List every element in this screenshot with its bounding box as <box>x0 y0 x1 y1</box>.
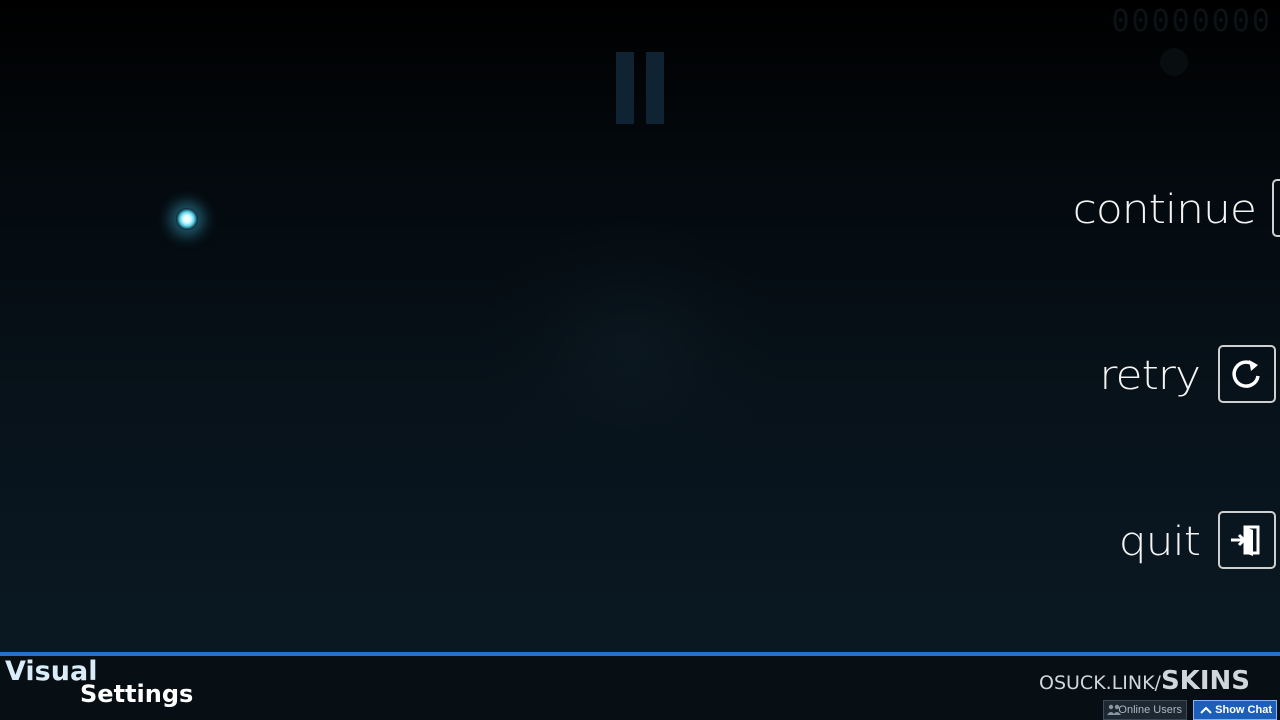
continue-button[interactable]: continue <box>940 176 1280 244</box>
quit-label: quit <box>1118 518 1201 565</box>
cursor <box>176 208 198 230</box>
play-icon <box>1272 179 1280 237</box>
visual-settings-line2[interactable]: Settings <box>80 680 193 708</box>
show-chat-button[interactable]: Show Chat <box>1193 700 1277 720</box>
background-ring <box>480 215 780 485</box>
retry-button[interactable]: retry <box>980 342 1280 410</box>
watermark-prefix: OSUCK.LINK/ <box>1039 672 1161 694</box>
continue-label: continue <box>1072 186 1257 233</box>
retry-label: retry <box>1099 352 1201 399</box>
online-users-button[interactable]: Online Users <box>1103 700 1187 720</box>
online-users-label: Online Users <box>1118 704 1182 716</box>
score-display: 00000000 <box>1111 4 1272 39</box>
users-icon <box>1107 704 1121 715</box>
pause-icon <box>616 52 666 124</box>
exit-door-icon <box>1218 511 1276 569</box>
watermark-suffix: SKINS <box>1160 666 1250 696</box>
retry-icon <box>1218 345 1276 403</box>
progress-pie-icon <box>1160 48 1188 76</box>
quit-button[interactable]: quit <box>980 508 1280 576</box>
hud-top-right: 00000000 <box>1100 4 1280 76</box>
watermark: OSUCK.LINK/SKINS <box>1039 666 1250 696</box>
chevron-up-icon <box>1200 706 1212 714</box>
show-chat-label: Show Chat <box>1215 704 1272 716</box>
